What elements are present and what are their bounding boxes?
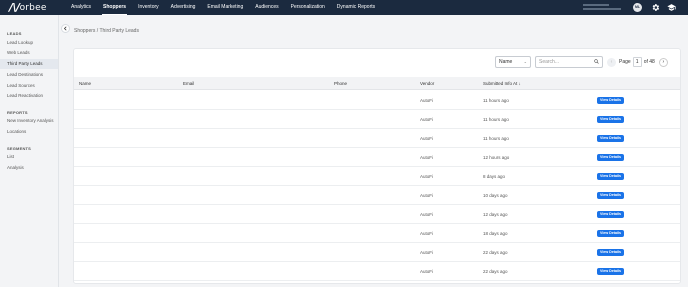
next-page-button[interactable]: ›: [658, 57, 668, 67]
submitted-cell: 12 hours ago: [483, 155, 510, 160]
view-details-button[interactable]: View Details: [597, 154, 624, 161]
view-details-button[interactable]: View Details: [597, 135, 624, 142]
avatar[interactable]: ML: [633, 3, 642, 12]
vendor-cell: AutoFi: [420, 250, 434, 255]
sidebar-item-lead-reactivation[interactable]: Lead Reactivation: [0, 91, 58, 101]
vendor-cell: AutoFi: [420, 174, 434, 179]
collapse-sidebar-button[interactable]: [61, 24, 70, 33]
nav-audiences[interactable]: Audiences: [249, 0, 284, 15]
table-row[interactable]: AutoFi 10 days ago View Details: [74, 186, 680, 205]
nav-dynamic-reports[interactable]: Dynamic Reports: [331, 0, 381, 15]
view-details-button[interactable]: View Details: [597, 230, 624, 237]
vendor-cell: AutoFi: [420, 269, 434, 274]
prev-page-button[interactable]: ‹: [607, 57, 616, 67]
column-header-submitted-info-at[interactable]: Submitted Info At ↓: [483, 77, 521, 90]
vendor-cell: AutoFi: [420, 117, 434, 122]
table-row[interactable]: AutoFi 8 days ago View Details: [74, 167, 680, 186]
sidebar-section-leads: LEADS: [7, 31, 22, 36]
nav-analytics[interactable]: Analytics: [65, 0, 97, 15]
top-navbar: /\/ orbee Analytics Shoppers Inventory A…: [0, 0, 688, 15]
pagination: ‹ Page 1 of 48 ›: [607, 56, 668, 68]
submitted-cell: 18 days ago: [483, 231, 508, 236]
vendor-cell: AutoFi: [420, 212, 434, 217]
table-row[interactable]: AutoFi 22 days ago View Details: [74, 262, 680, 281]
submitted-cell: 11 hours ago: [483, 98, 509, 103]
sidebar-item-new-inventory-analysis[interactable]: New Inventory Analysis: [0, 116, 58, 126]
submitted-cell: 22 days ago: [483, 269, 508, 274]
sidebar-item-analysis[interactable]: Analysis: [0, 163, 58, 173]
submitted-cell: 11 hours ago: [483, 117, 509, 122]
sidebar-item-lead-destinations[interactable]: Lead Destinations: [0, 70, 58, 80]
vendor-cell: AutoFi: [420, 193, 434, 198]
logo-mark: /\/: [9, 1, 20, 14]
page-label: Page: [619, 59, 631, 65]
table-header: Name Email Phone Vendor Submitted Info A…: [74, 77, 680, 90]
filter-field-value: Name: [499, 59, 513, 65]
sidebar-item-web-leads[interactable]: Web Leads: [0, 48, 58, 58]
sidebar-section-segments: SEGMENTS: [7, 146, 32, 151]
sort-down-icon: ↓: [518, 81, 521, 86]
main-nav: Analytics Shoppers Inventory Advertising…: [65, 0, 381, 15]
sidebar-item-list[interactable]: List: [0, 152, 58, 162]
submitted-cell: 22 days ago: [483, 250, 508, 255]
column-header-phone[interactable]: Phone: [334, 77, 347, 90]
table-row[interactable]: AutoFi 11 hours ago View Details: [74, 129, 680, 148]
vendor-cell: AutoFi: [420, 231, 434, 236]
view-details-button[interactable]: View Details: [597, 173, 624, 180]
breadcrumb-shoppers[interactable]: Shoppers: [74, 28, 95, 34]
page-total: of 48: [643, 59, 655, 65]
sidebar: LEADS Lead Lookup Web Leads Third Party …: [0, 15, 59, 287]
vendor-cell: AutoFi: [420, 136, 434, 141]
sidebar-item-locations[interactable]: Locations: [0, 127, 58, 137]
gear-icon[interactable]: [650, 2, 661, 13]
breadcrumb: Shoppers / Third Party Leads: [74, 28, 139, 34]
table-row[interactable]: AutoFi 18 days ago View Details: [74, 224, 680, 243]
search-placeholder: Search...: [539, 59, 560, 65]
column-header-submitted-label: Submitted Info At: [483, 81, 518, 86]
logo[interactable]: /\/ orbee: [9, 0, 57, 15]
view-details-button[interactable]: View Details: [597, 192, 624, 199]
view-details-button[interactable]: View Details: [597, 268, 624, 275]
nav-personalization[interactable]: Personalization: [285, 0, 331, 15]
table-row[interactable]: AutoFi 11 hours ago View Details: [74, 110, 680, 129]
sidebar-item-third-party-leads[interactable]: Third Party Leads: [0, 59, 58, 69]
leads-card: Name ⌄ Search... ‹ Page 1 of 48 › Name E…: [73, 48, 681, 284]
table-row[interactable]: AutoFi 11 hours ago View Details: [74, 91, 680, 110]
vendor-cell: AutoFi: [420, 98, 434, 103]
vendor-cell: AutoFi: [420, 155, 434, 160]
view-details-button[interactable]: View Details: [597, 249, 624, 256]
filter-field-select[interactable]: Name ⌄: [495, 56, 531, 68]
user-info-blurred: [583, 2, 621, 10]
nav-inventory[interactable]: Inventory: [132, 0, 165, 15]
column-header-email[interactable]: Email: [183, 77, 194, 90]
breadcrumb-separator: /: [96, 28, 99, 34]
view-details-button[interactable]: View Details: [597, 97, 624, 104]
table-row[interactable]: AutoFi 22 days ago View Details: [74, 243, 680, 262]
logo-text: orbee: [19, 2, 47, 13]
submitted-cell: 11 hours ago: [483, 136, 509, 141]
column-header-vendor[interactable]: Vendor: [420, 77, 434, 90]
chevron-down-icon: ⌄: [523, 59, 527, 64]
sidebar-item-lead-lookup[interactable]: Lead Lookup: [0, 38, 58, 48]
submitted-cell: 12 days ago: [483, 212, 508, 217]
view-details-button[interactable]: View Details: [597, 116, 624, 123]
submitted-cell: 8 days ago: [483, 174, 506, 179]
search-icon[interactable]: [594, 58, 599, 68]
nav-shoppers[interactable]: Shoppers: [97, 0, 132, 15]
sidebar-item-lead-sources[interactable]: Lead Sources: [0, 81, 58, 91]
page-number-input[interactable]: 1: [632, 57, 642, 67]
table-row[interactable]: AutoFi 12 hours ago View Details: [74, 148, 680, 167]
search-input[interactable]: Search...: [535, 56, 603, 68]
nav-email-marketing[interactable]: Email Marketing: [201, 0, 249, 15]
column-header-name[interactable]: Name: [79, 77, 91, 90]
view-details-button[interactable]: View Details: [597, 211, 624, 218]
submitted-cell: 10 days ago: [483, 193, 508, 198]
graduation-cap-icon[interactable]: [666, 2, 677, 13]
breadcrumb-current: Third Party Leads: [99, 28, 139, 34]
chevron-left-icon: [63, 26, 67, 31]
nav-advertising[interactable]: Advertising: [165, 0, 202, 15]
table-row[interactable]: AutoFi 12 days ago View Details: [74, 205, 680, 224]
sidebar-section-reports: REPORTS: [7, 110, 28, 115]
